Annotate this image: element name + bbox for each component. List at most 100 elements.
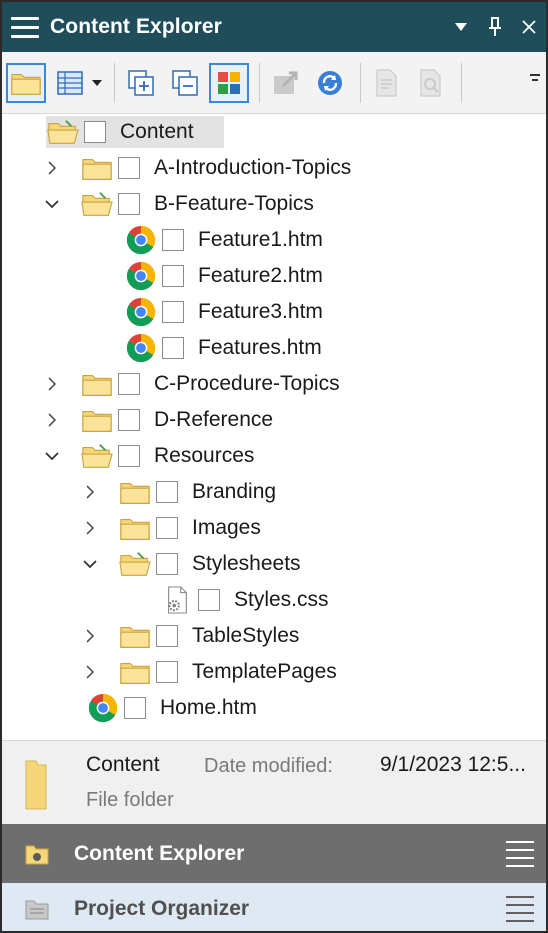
expand-all-button[interactable]	[121, 63, 161, 103]
hamburger-menu-icon[interactable]	[2, 2, 50, 52]
date-modified-label: Date modified:	[204, 755, 333, 777]
list-view-button[interactable]	[50, 63, 90, 103]
tree-checkbox[interactable]	[156, 625, 178, 647]
window-dropdown-button[interactable]	[444, 2, 478, 52]
tree-item-branding[interactable]: Branding	[80, 475, 276, 509]
tree-item-home[interactable]: Home.htm	[86, 691, 257, 725]
tree-item-styles-css[interactable]: Styles.css	[160, 583, 329, 617]
document-search-icon	[420, 68, 441, 97]
stylesheet-file-icon	[160, 583, 194, 617]
project-organizer-icon	[22, 894, 52, 924]
tree-checkbox[interactable]	[124, 697, 146, 719]
pane-menu-icon[interactable]	[506, 896, 536, 922]
collapse-all-button[interactable]	[165, 63, 205, 103]
tree-item-resources[interactable]: Resources	[42, 439, 254, 473]
tree-item-templatepages[interactable]: TemplatePages	[80, 655, 337, 689]
tree-item-label: Branding	[192, 480, 277, 503]
pane-label: Project Organizer	[74, 897, 250, 920]
tree-checkbox[interactable]	[156, 661, 178, 683]
tree-root-content[interactable]: Content	[46, 115, 224, 149]
tree-item-label: C-Procedure-Topics	[154, 372, 340, 395]
chevron-down-icon[interactable]	[42, 439, 62, 473]
tree-item-images[interactable]: Images	[80, 511, 261, 545]
refresh-icon	[318, 70, 342, 95]
tree-item-stylesheets[interactable]: Stylesheets	[80, 547, 301, 581]
tree-checkbox[interactable]	[156, 553, 178, 575]
toolbar-separator	[259, 62, 260, 103]
tree-item-label: Feature1.htm	[198, 228, 323, 251]
tree-checkbox[interactable]	[118, 445, 140, 467]
tree-checkbox[interactable]	[118, 157, 140, 179]
tree-checkbox[interactable]	[162, 337, 184, 359]
chevron-right-icon[interactable]	[42, 151, 62, 185]
chevron-right-icon[interactable]	[80, 655, 100, 689]
pane-tab-project-organizer[interactable]: Project Organizer	[2, 883, 546, 931]
pin-button[interactable]	[478, 2, 512, 52]
pane-menu-icon[interactable]	[506, 841, 536, 867]
folder-icon	[118, 475, 152, 509]
chevron-right-icon[interactable]	[80, 511, 100, 545]
tree-checkbox[interactable]	[84, 121, 106, 143]
tree-item-d-reference[interactable]: D-Reference	[42, 403, 273, 437]
expand-all-icon	[128, 69, 154, 96]
chevron-right-icon[interactable]	[80, 619, 100, 653]
toolbar-separator	[114, 62, 115, 103]
chrome-icon	[124, 295, 158, 329]
tree-item-a-introduction-topics[interactable]: A-Introduction-Topics	[42, 151, 351, 185]
tree-item-label: Resources	[154, 444, 255, 467]
toolbar	[2, 52, 546, 114]
tree-checkbox[interactable]	[162, 301, 184, 323]
refresh-button[interactable]	[310, 63, 350, 103]
tree-item-label: Content	[120, 120, 194, 143]
chevron-down-icon[interactable]	[42, 187, 62, 221]
chevron-right-icon[interactable]	[42, 403, 62, 437]
collapse-all-icon	[172, 69, 198, 96]
tree-checkbox[interactable]	[118, 193, 140, 215]
tree-item-label: Feature3.htm	[198, 300, 323, 323]
tree-item-tablestyles[interactable]: TableStyles	[80, 619, 299, 653]
tree-checkbox[interactable]	[156, 517, 178, 539]
pane-label: Content Explorer	[74, 842, 245, 865]
color-grid-icon	[218, 71, 240, 94]
folder-open-icon	[80, 439, 114, 473]
chevron-right-icon[interactable]	[42, 367, 62, 401]
list-view-dropdown[interactable]	[90, 63, 104, 103]
folder-open-icon	[80, 187, 114, 221]
tree-item-label: TableStyles	[192, 624, 300, 647]
tree-checkbox[interactable]	[118, 409, 140, 431]
tree-item-c-procedure-topics[interactable]: C-Procedure-Topics	[42, 367, 340, 401]
tree-item-label: B-Feature-Topics	[154, 192, 314, 215]
open-arrow-icon	[274, 71, 298, 94]
folder-icon	[80, 151, 114, 185]
content-explorer-window: Content Explorer Content A-Introduction-…	[0, 0, 548, 933]
show-files-button[interactable]	[209, 62, 249, 103]
tree-item-feature2[interactable]: Feature2.htm	[124, 259, 323, 293]
tree-item-features[interactable]: Features.htm	[124, 331, 322, 365]
folder-view-button[interactable]	[6, 62, 46, 103]
close-button[interactable]	[512, 2, 546, 52]
tree-item-label: Styles.css	[234, 588, 329, 611]
tree-item-feature3[interactable]: Feature3.htm	[124, 295, 323, 329]
tree-item-label: TemplatePages	[192, 660, 337, 683]
tree-item-b-feature-topics[interactable]: B-Feature-Topics	[42, 187, 314, 221]
folder-open-icon	[118, 547, 152, 581]
search-document-button[interactable]	[411, 63, 451, 103]
tree-item-feature1[interactable]: Feature1.htm	[124, 223, 323, 257]
tree-checkbox[interactable]	[118, 373, 140, 395]
chevron-down-icon[interactable]	[80, 547, 100, 581]
chrome-icon	[124, 223, 158, 257]
tree-checkbox[interactable]	[198, 589, 220, 611]
folder-large-icon	[25, 760, 47, 810]
document-properties-icon	[376, 68, 397, 97]
tree-checkbox[interactable]	[156, 481, 178, 503]
tree-item-label: Stylesheets	[192, 552, 301, 575]
tree-checkbox[interactable]	[162, 229, 184, 251]
chrome-icon	[124, 259, 158, 293]
pane-tab-content-explorer[interactable]: Content Explorer	[2, 824, 546, 884]
toolbar-overflow-icon[interactable]	[530, 74, 540, 94]
chevron-right-icon[interactable]	[80, 475, 100, 509]
properties-button[interactable]	[367, 63, 407, 103]
open-button[interactable]	[266, 63, 306, 103]
close-icon	[522, 20, 536, 34]
tree-checkbox[interactable]	[162, 265, 184, 287]
